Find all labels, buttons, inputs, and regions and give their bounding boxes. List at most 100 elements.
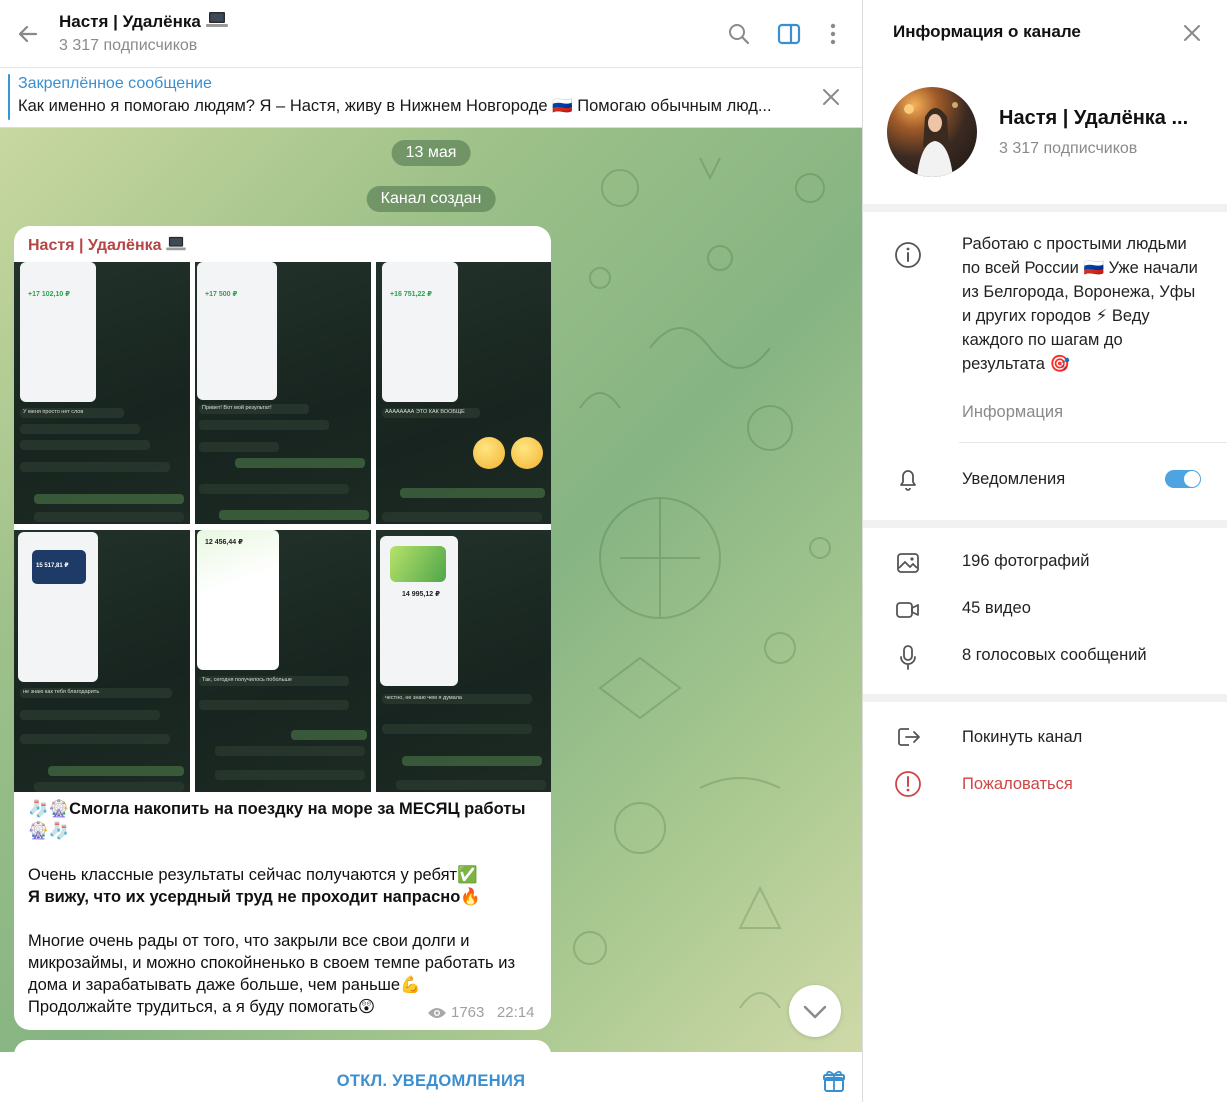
search-icon[interactable] — [725, 20, 753, 48]
chat-line — [402, 756, 542, 766]
screenshot-caption: Привет! Вот мой результат! — [199, 404, 309, 414]
bank-card-icon — [390, 546, 446, 582]
chat-line — [20, 462, 170, 472]
message-author[interactable]: Настя | Удалёнка — [28, 236, 186, 255]
bell-icon — [900, 470, 916, 491]
report-button[interactable]: Пожаловаться — [962, 775, 1073, 794]
channel-info-panel: Информация о канале Настя | Удалёнка ...… — [863, 0, 1227, 1102]
chat-line — [291, 730, 367, 740]
leave-icon — [898, 728, 920, 746]
chat-column: Настя | Удалёнка 3 317 подписчиков Закре… — [0, 0, 862, 1102]
chat-line — [396, 780, 546, 790]
screenshot-caption: АААААААА ЭТО КАК ВООБЩЕ — [382, 408, 480, 418]
chat-line — [34, 494, 184, 504]
separator — [959, 442, 1227, 443]
about-label: Информация — [962, 403, 1064, 421]
gift-icon[interactable] — [821, 1068, 847, 1094]
phone-screen: +16 751,22 ₽ — [382, 262, 458, 402]
views-count: 1763 — [451, 1004, 485, 1021]
channel-created-pill: Канал создан — [366, 186, 496, 212]
channel-title[interactable]: Настя | Удалёнка — [59, 11, 228, 32]
pinned-indicator — [8, 74, 10, 120]
sidebar-toggle-icon[interactable] — [775, 20, 803, 48]
phone-screen: +17 102,10 ₽ — [20, 262, 96, 402]
info-icon — [895, 242, 921, 268]
screenshot-5[interactable]: 12 456,44 ₽ Так, сегодня получилось побо… — [195, 530, 371, 792]
pinned-text: Как именно я помогаю людям? Я – Настя, ж… — [18, 97, 772, 115]
screenshot-caption: честно, не знаю чем я думала — [382, 694, 532, 704]
screenshot-3[interactable]: +16 751,22 ₽ АААААААА ЭТО КАК ВООБЩЕ — [376, 262, 551, 524]
message-bubble[interactable]: Настя | Удалёнка +17 102,10 ₽ У меня про… — [14, 226, 551, 1030]
chat-line — [199, 484, 349, 494]
chat-line — [20, 710, 160, 720]
chat-line — [199, 420, 329, 430]
chat-line — [199, 700, 349, 710]
laptop-emoji-icon — [205, 12, 228, 27]
message-time: 22:14 — [496, 1004, 535, 1021]
back-arrow-icon[interactable] — [14, 20, 42, 48]
grin-emoji-icon — [473, 437, 505, 469]
message-headline: 🧦🎡Смогла накопить на поездку на море за … — [28, 800, 526, 840]
phone-screen: 15 517,81 ₽ — [18, 532, 98, 682]
mute-notifications-button[interactable]: ОТКЛ. УВЕДОМЛЕНИЯ — [0, 1052, 862, 1102]
phone-screen: 12 456,44 ₽ — [197, 530, 279, 670]
chat-line — [34, 512, 184, 522]
voice-count[interactable]: 8 голосовых сообщений — [962, 646, 1147, 665]
screenshot-4[interactable]: 15 517,81 ₽ не знаю как тебя благодарить — [14, 530, 190, 792]
chat-line — [48, 766, 184, 776]
screenshot-caption: не знаю как тебя благодарить — [20, 688, 172, 698]
next-message-bubble[interactable] — [14, 1040, 551, 1052]
message-line: Очень классные результаты сейчас получаю… — [28, 866, 478, 884]
more-options-icon[interactable] — [819, 20, 847, 48]
media-grid: +17 102,10 ₽ У меня просто нет слов +17 … — [14, 262, 551, 792]
views-eye-icon — [428, 1008, 446, 1019]
message-text: 🧦🎡Смогла накопить на поездку на море за … — [28, 798, 543, 1018]
report-icon — [895, 771, 921, 797]
message-meta: 1763 22:14 — [427, 1004, 534, 1021]
chat-line — [199, 442, 279, 452]
screenshot-amount: +16 751,22 ₽ — [390, 291, 433, 298]
laptop-emoji-icon — [166, 236, 186, 251]
sweat-smile-emoji-icon — [511, 437, 543, 469]
screenshot-2[interactable]: +17 500 ₽ Привет! Вот мой результат! — [195, 262, 371, 524]
screenshot-caption: Так, сегодня получилось побольше — [199, 676, 349, 686]
chat-line — [20, 424, 140, 434]
microphone-icon — [900, 645, 916, 670]
screenshot-amount: 15 517,81 ₽ — [36, 563, 69, 569]
screenshot-amount: 12 456,44 ₽ — [205, 539, 243, 546]
avatar-photo — [904, 102, 958, 177]
chat-line — [215, 746, 365, 756]
chat-line — [20, 440, 150, 450]
date-pill: 13 мая — [391, 140, 471, 166]
chat-line — [34, 782, 184, 792]
screenshot-6[interactable]: 14 995,12 ₽ честно, не знаю чем я думала — [376, 530, 551, 792]
channel-avatar[interactable] — [887, 87, 977, 177]
chevron-down-icon — [803, 1005, 827, 1019]
screenshot-amount: 14 995,12 ₽ — [402, 591, 440, 598]
chat-line — [382, 512, 542, 522]
close-icon[interactable] — [1181, 22, 1203, 44]
about-section: Работаю с простыми людьми по всей России… — [863, 212, 1227, 520]
pinned-message[interactable]: Закреплённое сообщение Как именно я помо… — [0, 68, 862, 128]
chat-line — [219, 510, 369, 520]
notifications-toggle[interactable] — [1165, 470, 1201, 488]
videos-count[interactable]: 45 видео — [962, 599, 1031, 618]
channel-subscribers-count: 3 317 подписчиков — [999, 140, 1138, 157]
screenshot-1[interactable]: +17 102,10 ₽ У меня просто нет слов — [14, 262, 190, 524]
actions-section: Покинуть канал Пожаловаться — [863, 702, 1227, 1102]
notifications-label: Уведомления — [962, 470, 1066, 488]
screenshot-caption: У меня просто нет слов — [20, 408, 124, 418]
screenshot-amount: +17 500 ₽ — [205, 291, 238, 298]
toggle-knob — [1184, 471, 1200, 487]
close-pinned-icon[interactable] — [820, 86, 842, 108]
chat-line — [400, 488, 545, 498]
chat-line — [235, 458, 365, 468]
screenshot-amount: +17 102,10 ₽ — [28, 291, 71, 298]
about-text: Работаю с простыми людьми по всей России… — [962, 235, 1198, 373]
channel-title-text: Настя | Удалёнка — [59, 12, 201, 31]
chat-background: 13 мая Канал создан Настя | Удалёнка +17… — [0, 128, 862, 1052]
leave-channel-button[interactable]: Покинуть канал — [962, 728, 1082, 747]
photos-count[interactable]: 196 фотографий — [962, 552, 1089, 571]
phone-screen: +17 500 ₽ — [197, 262, 277, 400]
scroll-down-button[interactable] — [789, 985, 841, 1037]
